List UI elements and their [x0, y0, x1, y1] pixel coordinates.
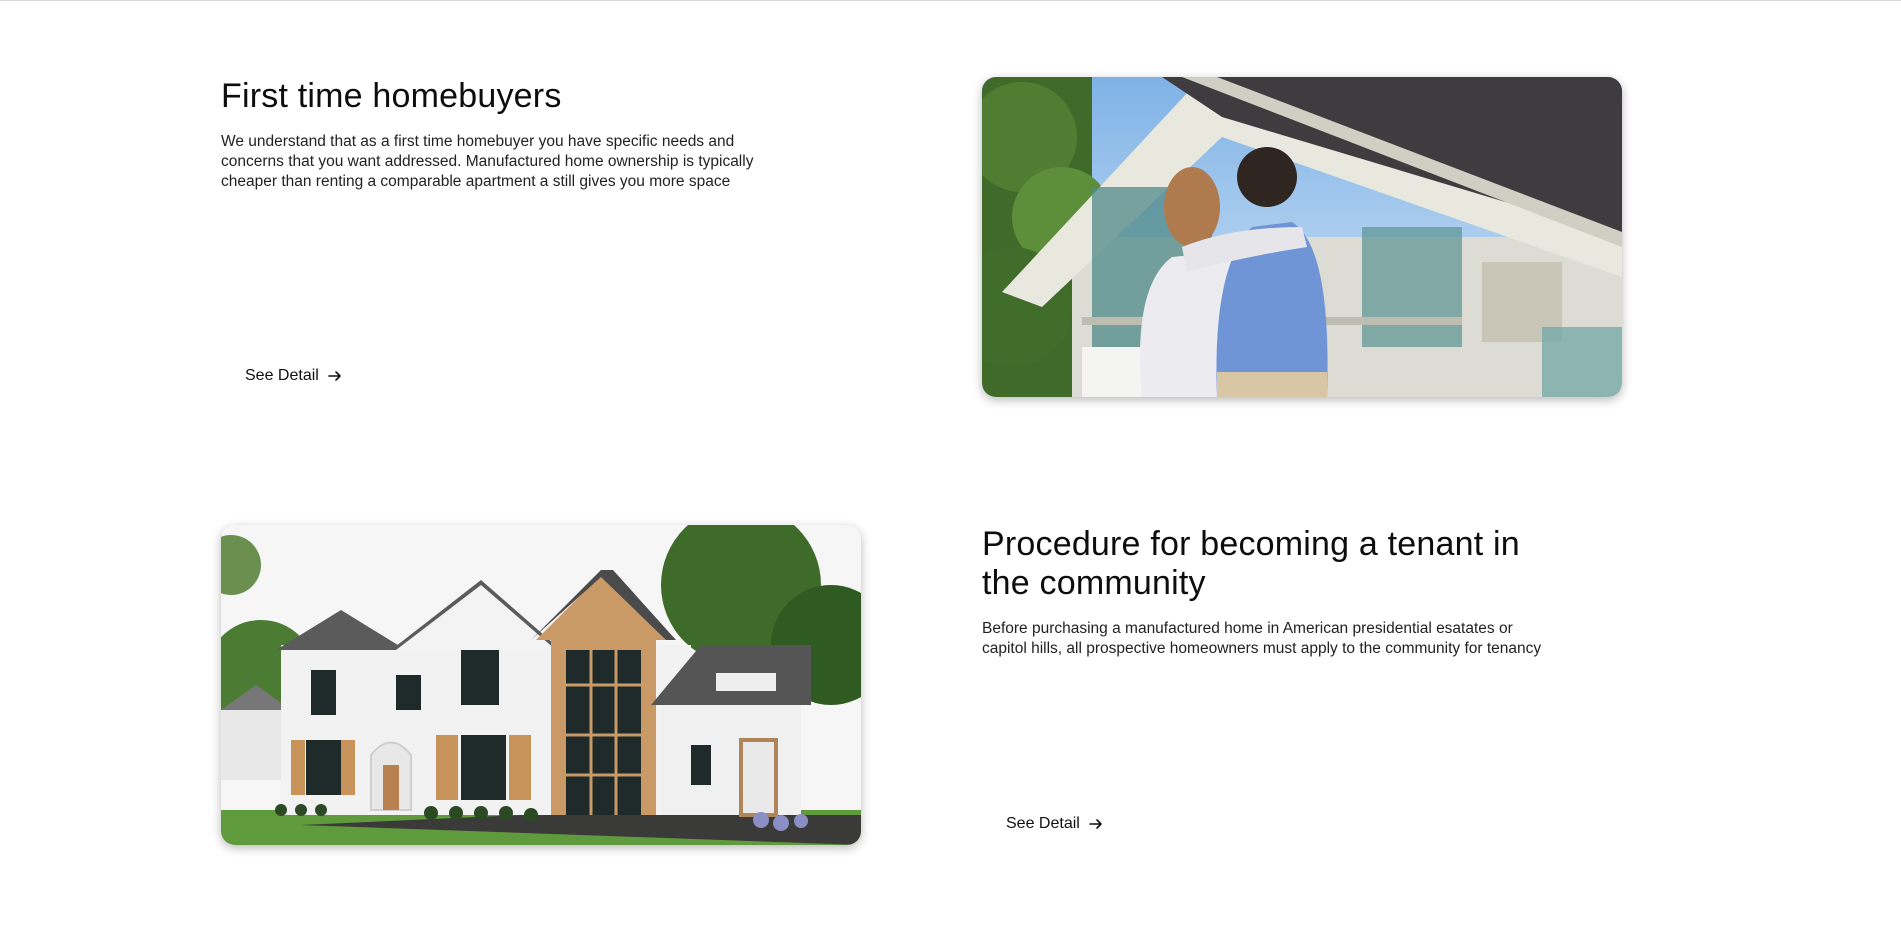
white-modern-farmhouse-photo [221, 525, 861, 845]
see-detail-label: See Detail [245, 367, 319, 384]
section-description: We understand that as a first time homeb… [221, 133, 754, 190]
section-text: First time homebuyers We understand that… [221, 77, 791, 192]
section-text: Procedure for becoming a tenant in the c… [982, 525, 1552, 659]
arrow-right-icon [327, 368, 343, 384]
top-divider [0, 0, 1901, 1]
see-detail-label: See Detail [1006, 815, 1080, 832]
section-heading: Procedure for becoming a tenant in the c… [982, 525, 1520, 602]
section-description: Before purchasing a manufactured home in… [982, 620, 1542, 657]
see-detail-button[interactable]: See Detail [245, 367, 343, 385]
see-detail-button[interactable]: See Detail [1006, 815, 1104, 833]
arrow-right-icon [1088, 816, 1104, 832]
section-heading: First time homebuyers [221, 77, 562, 115]
couple-looking-at-house-photo [982, 77, 1622, 397]
